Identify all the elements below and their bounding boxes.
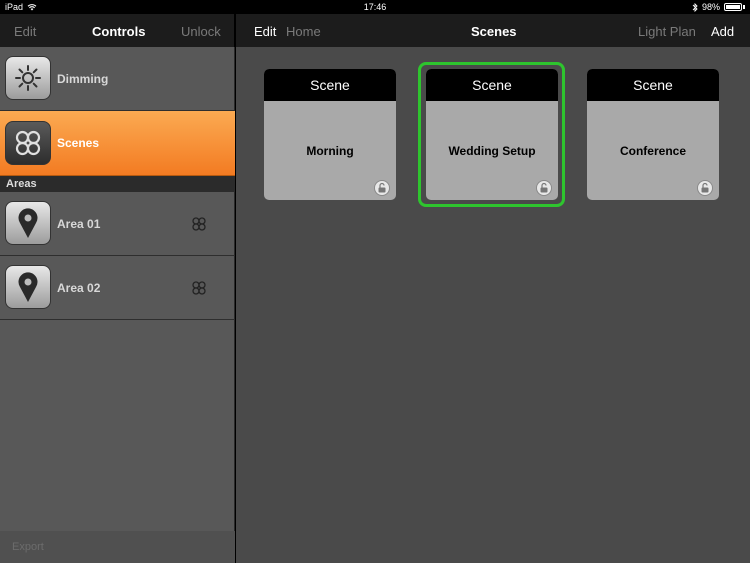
bluetooth-icon [692, 2, 698, 12]
right-edit-button[interactable]: Edit [254, 24, 276, 39]
sidebar-item-label: Dimming [57, 71, 109, 86]
scene-card-header: Scene [426, 69, 558, 101]
areas-section-header: Areas [0, 176, 235, 192]
scenes-grid: Scene Morning Scene Wedding Setup Scene … [236, 47, 750, 563]
scene-card-morning[interactable]: Scene Morning [264, 69, 396, 200]
unlock-button[interactable]: Unlock [181, 24, 221, 39]
sidebar-item-area-02[interactable]: Area 02 [0, 256, 235, 320]
home-button[interactable]: Home [286, 24, 321, 39]
export-button[interactable]: Export [12, 541, 44, 553]
scenes-icon [15, 130, 41, 156]
light-plan-button[interactable]: Light Plan [638, 24, 696, 39]
battery-icon [724, 3, 742, 11]
add-button[interactable]: Add [711, 24, 734, 39]
scene-name: Wedding Setup [448, 143, 536, 158]
scenes-small-icon[interactable] [191, 216, 207, 232]
scene-name: Morning [306, 143, 354, 158]
controls-title: Controls [92, 24, 146, 39]
scene-card-conference[interactable]: Scene Conference [587, 69, 719, 200]
sidebar-footer: Export [0, 531, 235, 563]
status-bar: iPad 17:46 98% [0, 0, 750, 14]
controls-navbar: Edit Controls Unlock [0, 14, 235, 47]
scene-card-header: Scene [587, 69, 719, 101]
sidebar-item-label: Scenes [57, 136, 100, 150]
sidebar-item-label: Area 02 [57, 280, 101, 295]
battery-percent: 98% [701, 2, 720, 12]
unlock-icon [540, 182, 548, 193]
sidebar-item-label: Area 01 [57, 216, 101, 231]
sidebar-item-dimming[interactable]: Dimming [0, 47, 235, 111]
clock: 17:46 [363, 2, 387, 12]
sun-icon [15, 65, 41, 91]
map-pin-icon [18, 208, 38, 238]
sidebar-item-area-01[interactable]: Area 01 [0, 192, 235, 256]
sidebar-item-scenes[interactable]: Scenes [0, 111, 235, 176]
left-edit-button[interactable]: Edit [14, 24, 36, 39]
scene-card-header: Scene [264, 69, 396, 101]
sidebar: Dimming Scenes Areas Area 01 Area 02 Exp… [0, 47, 235, 563]
scenes-title: Scenes [471, 24, 517, 39]
scenes-small-icon[interactable] [191, 280, 207, 296]
scenes-navbar: Edit Home Scenes Light Plan Add [236, 14, 750, 47]
unlock-icon [701, 182, 709, 193]
unlock-icon [378, 182, 386, 193]
scene-name: Conference [619, 143, 687, 158]
scene-card-wedding-setup[interactable]: Scene Wedding Setup [426, 69, 558, 200]
map-pin-icon [18, 272, 38, 302]
